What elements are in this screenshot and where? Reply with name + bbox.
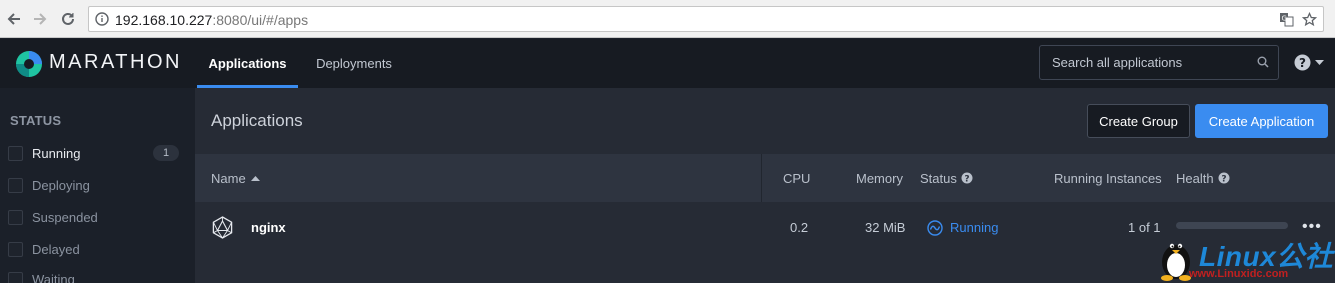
- back-arrow-icon[interactable]: [4, 9, 24, 29]
- create-group-button[interactable]: Create Group: [1087, 104, 1190, 138]
- column-name-label: Name: [211, 170, 246, 186]
- checkbox[interactable]: [8, 271, 23, 283]
- app-status: Running: [927, 202, 998, 253]
- column-status[interactable]: Status ?: [920, 154, 973, 202]
- url-text: 192.168.10.227:8080/ui/#/apps: [115, 12, 308, 28]
- svg-text:G: G: [1282, 15, 1287, 23]
- app-name[interactable]: nginx: [251, 202, 286, 253]
- column-health[interactable]: Health ?: [1176, 154, 1230, 202]
- sidebar-item-label: Suspended: [32, 209, 98, 225]
- bookmark-star-icon[interactable]: [1302, 12, 1317, 27]
- sidebar-item-waiting[interactable]: Waiting: [8, 267, 183, 283]
- search-icon[interactable]: [1257, 56, 1269, 68]
- sidebar-item-delayed[interactable]: Delayed: [8, 237, 183, 261]
- sidebar-item-deploying[interactable]: Deploying: [8, 173, 183, 197]
- count-badge: 1: [153, 145, 179, 161]
- forward-arrow-icon[interactable]: [30, 9, 50, 29]
- sidebar-item-label: Delayed: [32, 241, 80, 257]
- app-cpu: 0.2: [790, 220, 809, 235]
- browser-toolbar: 192.168.10.227:8080/ui/#/apps G: [0, 0, 1335, 38]
- url-path: :8080/ui/#/apps: [212, 12, 309, 28]
- svg-text:?: ?: [1299, 56, 1306, 70]
- sidebar-item-label: Deploying: [32, 177, 90, 193]
- table-header: Name CPU Memory Status ? Running Instanc…: [195, 154, 1335, 202]
- sidebar-item-label: Waiting: [32, 271, 75, 283]
- tab-deployments[interactable]: Deployments: [303, 39, 405, 88]
- sidebar-item-suspended[interactable]: Suspended: [8, 205, 183, 229]
- column-name[interactable]: Name: [211, 154, 260, 202]
- search-input[interactable]: [1040, 46, 1250, 79]
- translate-icon[interactable]: G: [1279, 12, 1294, 27]
- app-header: MARATHON Applications Deployments ?: [0, 39, 1335, 88]
- checkbox[interactable]: [8, 209, 23, 225]
- reload-icon[interactable]: [58, 9, 78, 29]
- checkbox[interactable]: [8, 177, 23, 193]
- watermark: Linux公社 www.Linuxidc.com: [1155, 233, 1335, 283]
- sidebar-heading: STATUS: [10, 113, 62, 128]
- sort-ascending-icon[interactable]: [250, 175, 260, 181]
- checkbox[interactable]: [8, 145, 23, 161]
- brand-name: MARATHON: [49, 51, 182, 73]
- column-health-label: Health: [1176, 170, 1214, 186]
- app-memory: 32 MiB: [865, 220, 906, 235]
- svg-text:?: ?: [1221, 175, 1226, 185]
- url-host: 192.168.10.227: [115, 12, 213, 28]
- watermark-site: www.Linuxidc.com: [1189, 268, 1289, 280]
- help-icon[interactable]: ?: [961, 172, 973, 184]
- marathon-logo-icon: [16, 51, 42, 77]
- page-title: Applications: [211, 111, 303, 130]
- search-box: [1039, 45, 1279, 80]
- sidebar-item-label: Running: [32, 145, 81, 161]
- caret-down-icon[interactable]: [1315, 59, 1324, 66]
- column-running-instances[interactable]: Running Instances: [1054, 154, 1162, 202]
- status-sidebar: STATUS Running 1 Deploying Suspended Del…: [0, 88, 195, 283]
- create-application-button[interactable]: Create Application: [1195, 104, 1328, 138]
- health-bar: [1176, 222, 1288, 229]
- sidebar-item-running[interactable]: Running 1: [8, 141, 183, 165]
- tab-applications[interactable]: Applications: [197, 39, 298, 88]
- address-bar[interactable]: 192.168.10.227:8080/ui/#/apps G: [88, 6, 1324, 32]
- column-status-label: Status: [920, 170, 957, 186]
- help-icon[interactable]: ?: [1294, 54, 1311, 71]
- app-status-label: Running: [950, 220, 999, 235]
- running-status-icon: [927, 219, 943, 236]
- app-container-icon: [212, 216, 233, 239]
- column-memory[interactable]: Memory: [856, 154, 903, 202]
- info-icon[interactable]: [95, 12, 109, 26]
- help-icon[interactable]: ?: [1218, 172, 1230, 184]
- checkbox[interactable]: [8, 241, 23, 257]
- column-cpu[interactable]: CPU: [783, 154, 810, 202]
- svg-text:?: ?: [964, 175, 969, 185]
- help-menu[interactable]: ?: [1294, 54, 1324, 71]
